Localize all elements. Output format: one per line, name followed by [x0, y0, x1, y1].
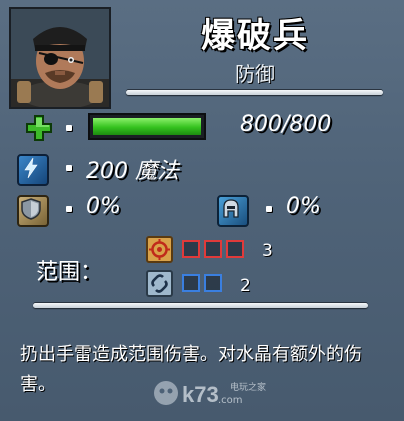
- unit-name: 爆破兵: [201, 16, 309, 56]
- magic-resist-value: 0%: [286, 194, 321, 219]
- magic-separator: [66, 165, 72, 171]
- health-separator: [66, 125, 72, 131]
- watermark-domain: .com: [218, 395, 243, 406]
- unit-info-card: 爆破兵 防御 800/800 200 魔法 0% 0% 范围： 3 2 扔出手雷…: [0, 0, 404, 421]
- health-value: 800/800: [240, 112, 332, 137]
- range-square: [182, 274, 200, 292]
- range-square: [204, 240, 222, 258]
- range-label: 范围：: [36, 260, 103, 285]
- unit-role: 防御: [235, 62, 275, 86]
- health-bar: [88, 113, 206, 140]
- range-square: [204, 274, 222, 292]
- crosshair-icon: [146, 236, 173, 263]
- k73-watermark-logo: k73 电玩之家 .com: [152, 376, 282, 410]
- range-count-red: 3: [262, 241, 273, 261]
- link-icon: [146, 270, 173, 297]
- magic-lightning-icon: [17, 154, 49, 186]
- magic-resist-helmet-icon: [217, 195, 249, 227]
- watermark-subtext: 电玩之家: [230, 381, 266, 393]
- magic-resist-separator: [266, 206, 272, 212]
- range-divider: [33, 303, 368, 308]
- range-square: [182, 240, 200, 258]
- unit-portrait: [9, 7, 111, 109]
- range-square: [226, 240, 244, 258]
- armor-separator: [66, 206, 72, 212]
- health-plus-icon: [25, 114, 53, 142]
- title-divider: [126, 90, 383, 95]
- armor-shield-icon: [17, 195, 49, 227]
- demolisher-portrait-image: [11, 9, 109, 107]
- watermark-text: k73: [182, 382, 219, 407]
- magic-value: 200 魔法: [86, 159, 179, 184]
- health-bar-fill: [93, 118, 201, 135]
- range-count-blue: 2: [240, 276, 251, 296]
- armor-value: 0%: [86, 194, 121, 219]
